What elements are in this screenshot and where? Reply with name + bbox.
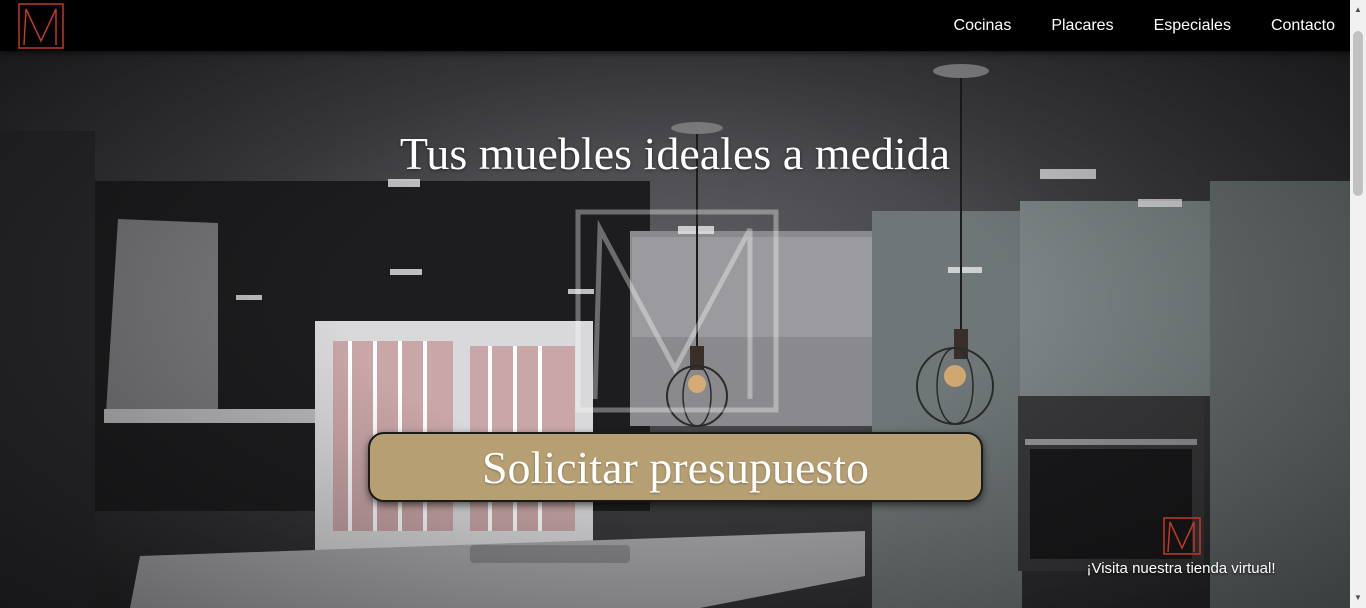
page-scrollbar[interactable]: ▲ ▼ <box>1350 0 1366 608</box>
request-quote-button[interactable]: Solicitar presupuesto <box>368 432 983 502</box>
nav-link-cocinas[interactable]: Cocinas <box>954 17 1012 35</box>
scroll-down-arrow-icon[interactable]: ▼ <box>1350 590 1366 606</box>
virtual-store-label: ¡Visita nuestra tienda virtual! <box>1086 560 1276 577</box>
nav-link-placares[interactable]: Placares <box>1051 17 1113 35</box>
scroll-up-arrow-icon[interactable]: ▲ <box>1350 2 1366 18</box>
top-navbar: Cocinas Placares Especiales Contacto <box>0 0 1350 51</box>
brand-logo-icon[interactable] <box>18 3 64 49</box>
brand-m-logo-icon <box>1163 517 1201 555</box>
main-nav: Cocinas Placares Especiales Contacto <box>914 0 1335 51</box>
nav-link-contacto[interactable]: Contacto <box>1271 17 1335 35</box>
nav-link-especiales[interactable]: Especiales <box>1154 17 1231 35</box>
hero-section: Tus muebles ideales a medida Solicitar p… <box>0 51 1350 608</box>
scrollbar-thumb[interactable] <box>1353 31 1363 196</box>
hero-title: Tus muebles ideales a medida <box>399 128 951 179</box>
virtual-store-link[interactable]: ¡Visita nuestra tienda virtual! <box>1078 517 1284 583</box>
brand-watermark-logo-icon <box>575 209 779 413</box>
